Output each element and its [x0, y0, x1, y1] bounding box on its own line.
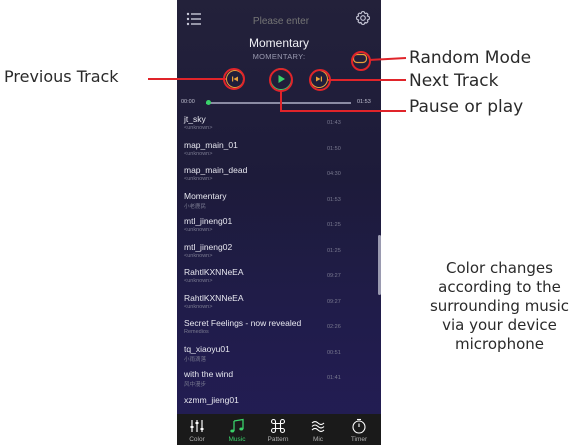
annotation-previous-track: Previous Track — [4, 67, 119, 86]
annotation-next-track: Next Track — [409, 71, 499, 91]
annotation-random-mode: Random Mode — [409, 48, 532, 68]
random-mode-line — [368, 57, 407, 61]
play-highlight — [269, 68, 293, 92]
annotation-color-change: Color changes according to the surroundi… — [429, 259, 570, 353]
random-mode-highlight — [351, 51, 371, 71]
previous-highlight — [223, 68, 245, 90]
pause-play-line — [280, 91, 406, 112]
next-highlight — [309, 69, 331, 91]
annotation-pause-play: Pause or play — [409, 97, 524, 117]
